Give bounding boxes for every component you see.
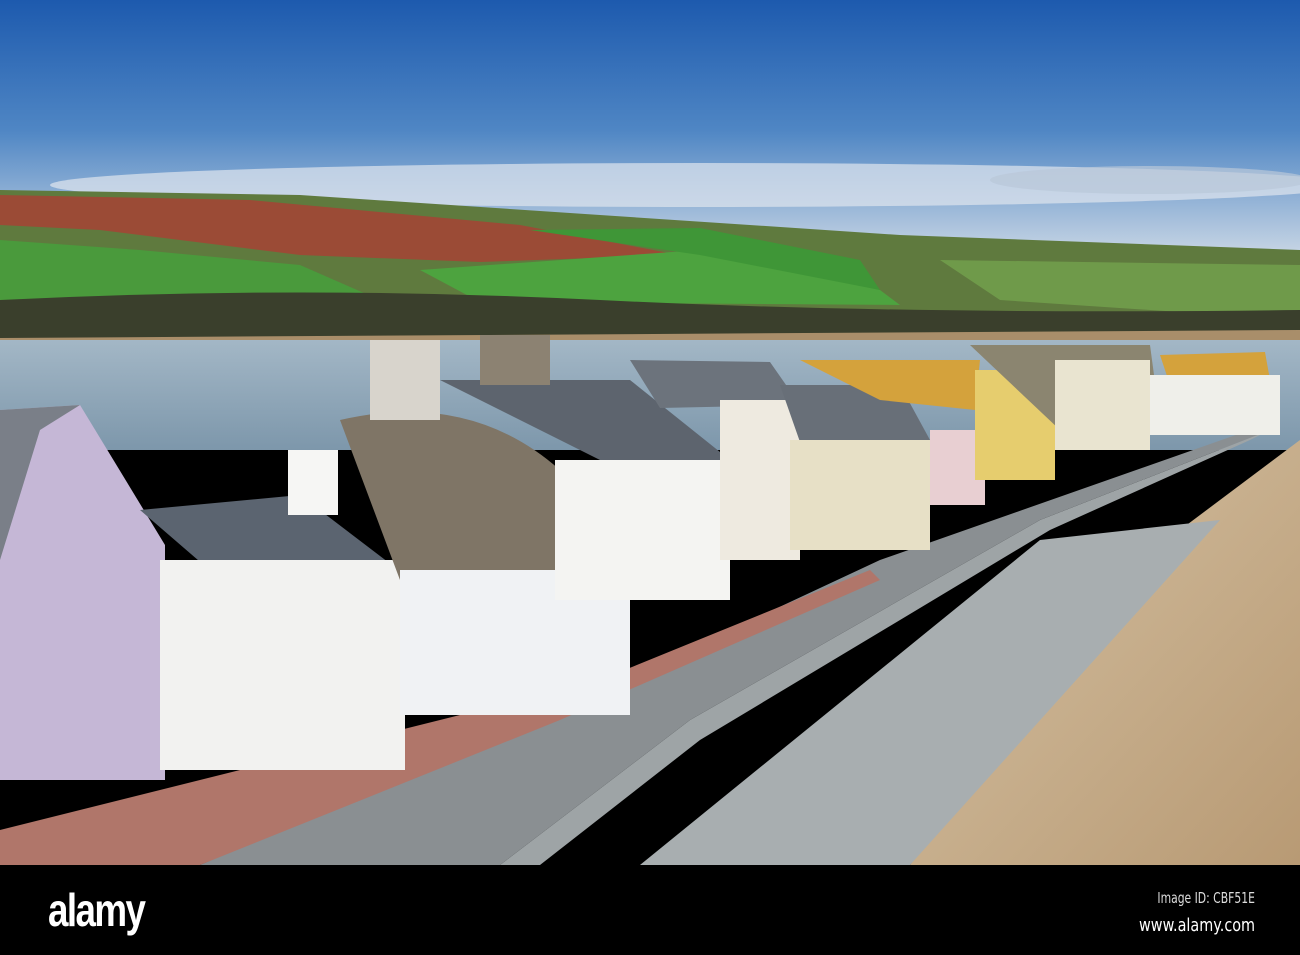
- website-link: www.alamy.com: [1138, 915, 1255, 936]
- watermark-footer: alamy Image ID: CBF51E www.alamy.com: [0, 865, 1300, 955]
- coastal-village-photo: [0, 0, 1300, 865]
- alamy-logo: alamy: [48, 884, 146, 936]
- image-id: Image ID: CBF51E: [1157, 889, 1255, 907]
